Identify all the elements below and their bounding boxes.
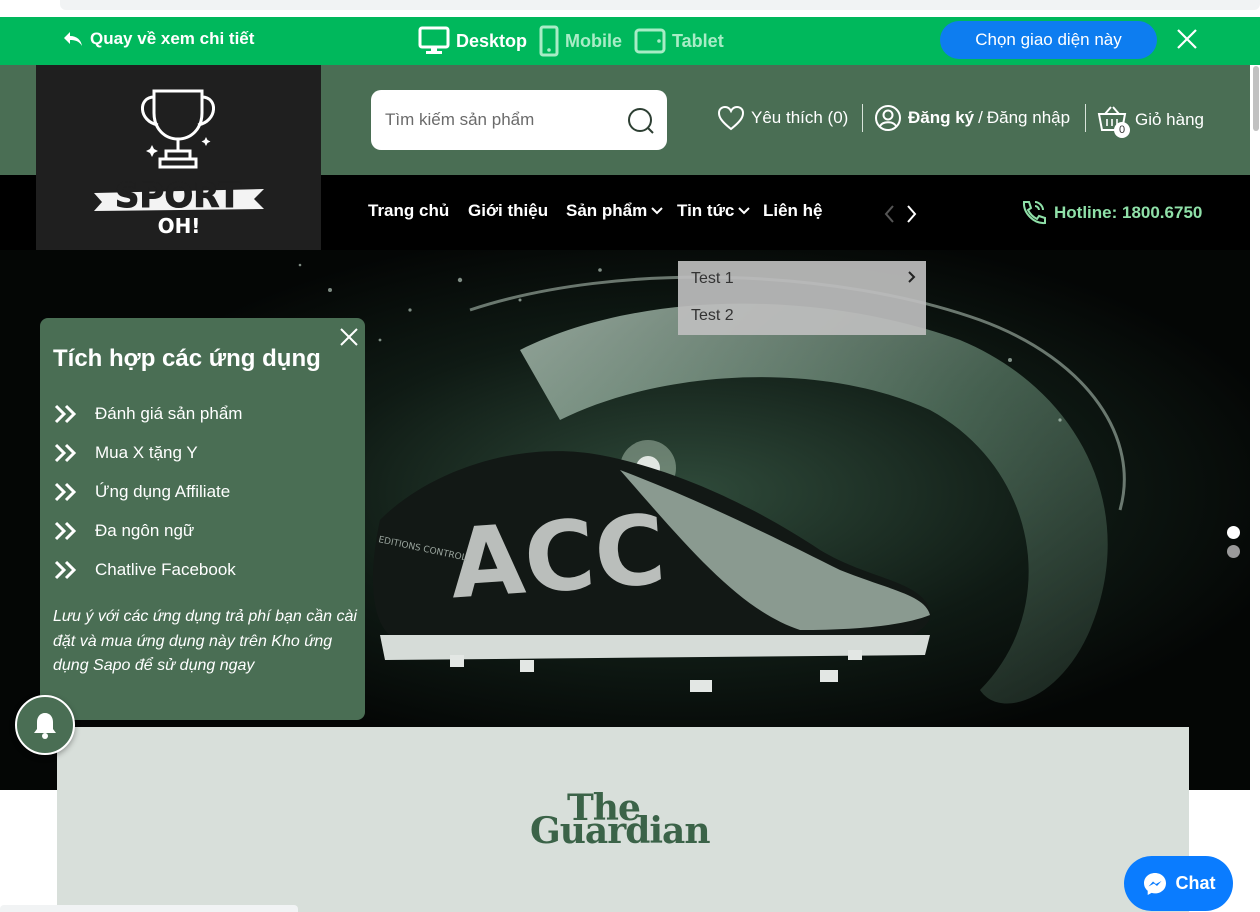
nav-item-news[interactable]: Tin tức xyxy=(677,201,751,221)
vertical-scrollbar-track xyxy=(1250,65,1260,912)
close-icon[interactable] xyxy=(1174,26,1200,52)
header-divider xyxy=(862,104,863,132)
back-to-details-link[interactable]: Quay về xem chi tiết xyxy=(62,29,254,49)
desktop-icon xyxy=(418,26,450,54)
double-chevron-right-icon xyxy=(54,560,77,580)
chevron-left-icon[interactable] xyxy=(880,203,900,225)
hotline[interactable]: Hotline: 1800.6750 xyxy=(1018,199,1202,227)
messenger-chat-button[interactable]: Chat xyxy=(1124,856,1233,911)
app-item[interactable]: Ứng dụng Affiliate xyxy=(53,482,230,502)
nav-label: Giới thiệu xyxy=(468,201,549,220)
chevron-right-icon[interactable] xyxy=(901,203,921,225)
app-item-label: Chatlive Facebook xyxy=(95,560,236,579)
app-item-label: Mua X tặng Y xyxy=(95,443,198,462)
wishlist-link[interactable]: Yêu thích (0) xyxy=(717,105,848,131)
app-item[interactable]: Đánh giá sản phẩm xyxy=(53,404,242,424)
cart-icon-wrap: 0 xyxy=(1097,104,1130,138)
slider-dots xyxy=(1227,526,1240,564)
slider-dot-active[interactable] xyxy=(1227,526,1240,539)
page-root: Quay về xem chi tiết Desktop Mobile Tabl… xyxy=(0,0,1260,912)
device-desktop-label: Desktop xyxy=(456,30,528,51)
shoe-logo-text: ACC xyxy=(446,494,668,621)
nav-label: Sản phẩm xyxy=(566,201,648,220)
logo-text-sport: SPORT xyxy=(115,176,242,216)
wishlist-label: Yêu thích (0) xyxy=(751,108,849,127)
news-dropdown-menu: Test 1 Test 2 xyxy=(678,261,926,335)
dropdown-item-label: Test 1 xyxy=(691,270,734,287)
nav-item-about[interactable]: Giới thiệu xyxy=(468,201,548,221)
apps-panel-note: Lưu ý với các ứng dụng trả phí bạn cần c… xyxy=(53,608,357,674)
dropdown-item[interactable]: Test 1 xyxy=(691,270,917,288)
back-label: Quay về xem chi tiết xyxy=(90,29,255,48)
double-chevron-right-icon xyxy=(54,404,77,424)
double-chevron-right-icon xyxy=(54,521,77,541)
device-desktop[interactable]: Desktop xyxy=(418,26,527,56)
mobile-icon xyxy=(539,25,559,57)
nav-label: Liên hệ xyxy=(763,201,823,220)
nav-label: Tin tức xyxy=(677,201,735,220)
apps-integration-panel: Tích hợp các ứng dụng Đánh giá sản phẩm … xyxy=(40,318,365,720)
device-mobile-label: Mobile xyxy=(565,30,623,51)
search-input[interactable] xyxy=(385,107,615,133)
theme-preview-bar: Quay về xem chi tiết Desktop Mobile Tabl… xyxy=(0,17,1260,65)
phone-icon xyxy=(1022,201,1046,225)
dropdown-item-label: Test 2 xyxy=(691,307,734,324)
app-item-label: Đánh giá sản phẩm xyxy=(95,404,243,423)
nav-item-home[interactable]: Trang chủ xyxy=(368,201,449,221)
cart-link[interactable]: 0 Giỏ hàng xyxy=(1097,104,1204,138)
close-icon[interactable] xyxy=(338,326,360,348)
trophy-logo-icon: SPORT OH! xyxy=(94,89,264,238)
nav-label: Trang chủ xyxy=(368,201,450,220)
register-link[interactable]: Đăng ký xyxy=(908,108,974,128)
user-circle-icon xyxy=(875,105,901,131)
messenger-icon xyxy=(1143,872,1166,895)
slider-dot[interactable] xyxy=(1227,545,1240,558)
device-tablet-label: Tablet xyxy=(672,30,724,51)
chevron-down-icon xyxy=(651,207,663,215)
device-switcher: Desktop Mobile Tablet xyxy=(418,25,724,57)
account-links: Đăng ký / Đăng nhập xyxy=(874,104,1070,132)
nav-item-contact[interactable]: Liên hệ xyxy=(763,201,823,221)
bell-icon xyxy=(34,713,56,739)
login-link[interactable]: Đăng nhập xyxy=(987,108,1070,128)
dropdown-item[interactable]: Test 2 xyxy=(691,307,734,325)
app-item-label: Đa ngôn ngữ xyxy=(95,521,195,540)
browser-top-strip xyxy=(0,0,1260,17)
vertical-scrollbar-thumb[interactable] xyxy=(1253,66,1259,131)
heart-icon xyxy=(717,105,745,131)
chevron-down-icon xyxy=(738,207,751,215)
app-item[interactable]: Chatlive Facebook xyxy=(53,560,236,580)
nav-item-products[interactable]: Sản phẩm xyxy=(566,201,663,221)
app-item[interactable]: Đa ngôn ngữ xyxy=(53,521,194,541)
apps-panel-title: Tích hợp các ứng dụng xyxy=(53,345,321,372)
notification-bell-button[interactable] xyxy=(15,695,75,755)
account-separator: / xyxy=(978,108,983,127)
hotline-label: Hotline: 1800.6750 xyxy=(1054,203,1203,222)
chevron-right-icon xyxy=(908,271,916,283)
device-mobile[interactable]: Mobile xyxy=(539,25,622,57)
app-item[interactable]: Mua X tặng Y xyxy=(53,443,198,463)
app-item-label: Ứng dụng Affiliate xyxy=(95,482,231,501)
double-chevron-right-icon xyxy=(54,482,77,502)
search-field xyxy=(371,90,667,150)
search-icon[interactable] xyxy=(626,106,656,136)
device-tablet[interactable]: Tablet xyxy=(634,28,724,54)
double-chevron-right-icon xyxy=(54,443,77,463)
site-logo[interactable]: SPORT OH! xyxy=(36,65,321,250)
reply-arrow-icon xyxy=(64,32,82,46)
chat-label: Chat xyxy=(1175,873,1216,893)
browser-status-strip xyxy=(0,905,298,912)
horizontal-scrollbar[interactable] xyxy=(60,0,1260,10)
partner-logo-line2: Guardian xyxy=(530,810,711,852)
tablet-icon xyxy=(634,28,666,54)
cart-count-badge: 0 xyxy=(1114,122,1130,138)
logo-text-oh: OH! xyxy=(158,214,201,238)
choose-theme-button[interactable]: Chọn giao diện này xyxy=(940,21,1157,59)
header-divider-2 xyxy=(1085,104,1086,132)
cart-label: Giỏ hàng xyxy=(1135,110,1204,129)
